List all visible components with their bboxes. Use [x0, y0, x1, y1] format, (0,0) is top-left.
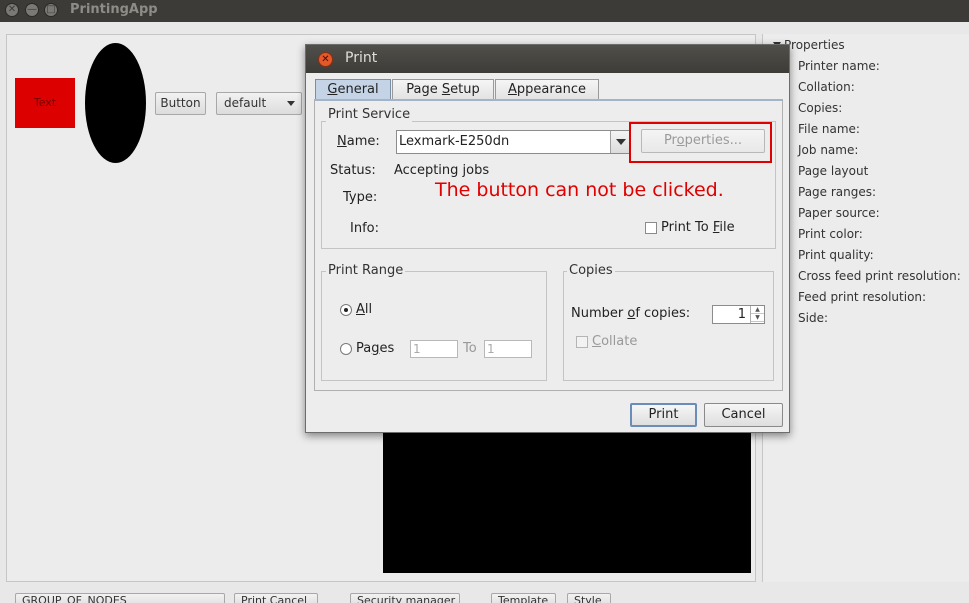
- print-service-title: Print Service: [326, 107, 413, 122]
- group-of-nodes-button[interactable]: GROUP_OF_NODES: [15, 593, 225, 603]
- prop-item: Cross feed print resolution:: [798, 269, 961, 283]
- spinner-up-icon[interactable]: ▲: [751, 306, 764, 314]
- annotation-text: The button can not be clicked.: [435, 179, 724, 201]
- number-of-copies-label: Number of copies:: [571, 306, 691, 321]
- template-button[interactable]: Template: [491, 593, 556, 603]
- prop-item: File name:: [798, 122, 860, 136]
- prop-item: Side:: [798, 311, 828, 325]
- print-range-group: [321, 271, 547, 381]
- dialog-titlebar[interactable]: ✕ Print: [306, 45, 789, 73]
- prop-item: Paper source:: [798, 206, 880, 220]
- printer-name-combo[interactable]: Lexmark-E250dn: [396, 130, 631, 154]
- print-cancel-button[interactable]: Print Cancel: [234, 593, 318, 603]
- spinner-down-icon[interactable]: ▼: [751, 314, 764, 322]
- canvas-button[interactable]: Button: [155, 92, 206, 115]
- tab-appearance[interactable]: Appearance: [495, 79, 599, 100]
- status-label: Status:: [330, 163, 376, 178]
- window-close-icon[interactable]: ✕: [5, 3, 19, 17]
- dialog-title: Print: [345, 50, 378, 66]
- security-manager-button[interactable]: Security manager: [350, 593, 460, 603]
- prop-item: Page layout: [798, 164, 869, 178]
- prop-item: Page ranges:: [798, 185, 877, 199]
- radio-all-label[interactable]: All: [356, 302, 372, 317]
- type-label: Type:: [343, 190, 378, 205]
- close-icon[interactable]: ✕: [318, 52, 333, 67]
- copies-spinner[interactable]: 1 ▲ ▼: [712, 305, 765, 324]
- canvas-combo[interactable]: default: [216, 92, 302, 115]
- window-maximize-icon[interactable]: □: [44, 3, 58, 17]
- copies-value: 1: [737, 307, 746, 322]
- copies-title: Copies: [567, 263, 615, 278]
- tab-page-setup[interactable]: Page Setup: [392, 79, 494, 100]
- style-button[interactable]: Style: [567, 593, 611, 603]
- tab-general[interactable]: General: [315, 79, 391, 100]
- prop-item: Job name:: [798, 143, 859, 157]
- app-title: PrintingApp: [70, 2, 158, 17]
- cancel-button[interactable]: Cancel: [704, 403, 783, 427]
- collate-checkbox: [576, 336, 588, 348]
- printer-name-value: Lexmark-E250dn: [399, 134, 510, 149]
- radio-pages-label[interactable]: Pages: [356, 341, 394, 356]
- properties-panel: Properties Printer name: Collation: Copi…: [762, 34, 969, 582]
- prop-item: Print color:: [798, 227, 863, 241]
- status-value: Accepting jobs: [394, 163, 490, 178]
- name-label: Name:: [337, 134, 380, 149]
- prop-item: Feed print resolution:: [798, 290, 927, 304]
- collate-label: Collate: [592, 334, 638, 349]
- prop-item: Collation:: [798, 80, 855, 94]
- print-to-file-label[interactable]: Print To File: [661, 220, 735, 235]
- black-rectangle-node: [383, 420, 751, 573]
- print-range-title: Print Range: [326, 263, 406, 278]
- text-node[interactable]: Text: [15, 78, 75, 128]
- canvas-combo-value: default: [224, 96, 267, 110]
- radio-all[interactable]: [340, 304, 352, 316]
- copies-group: [563, 271, 774, 381]
- prop-item: Printer name:: [798, 59, 880, 73]
- properties-header-label: Properties: [784, 38, 845, 52]
- window-minimize-icon[interactable]: —: [25, 3, 39, 17]
- chevron-down-icon[interactable]: [610, 131, 630, 153]
- prop-item: Print quality:: [798, 248, 874, 262]
- print-to-file-checkbox[interactable]: [645, 222, 657, 234]
- pages-from-input: 1: [410, 340, 458, 358]
- print-dialog: ✕ Print General Page Setup Appearance Pr…: [305, 44, 790, 433]
- to-label: To: [463, 341, 477, 356]
- ellipse-node[interactable]: [85, 43, 146, 163]
- radio-pages[interactable]: [340, 343, 352, 355]
- properties-button: Properties...: [641, 129, 765, 153]
- spinner-buttons[interactable]: ▲ ▼: [750, 306, 764, 323]
- info-label: Info:: [350, 221, 379, 236]
- bottom-toolbar: GROUP_OF_NODES Print Cancel Security man…: [0, 588, 969, 603]
- chevron-down-icon: [287, 101, 295, 106]
- app-titlebar: ✕ — □ PrintingApp: [0, 0, 969, 22]
- pages-to-input: 1: [484, 340, 532, 358]
- print-button[interactable]: Print: [630, 403, 697, 427]
- prop-item: Copies:: [798, 101, 843, 115]
